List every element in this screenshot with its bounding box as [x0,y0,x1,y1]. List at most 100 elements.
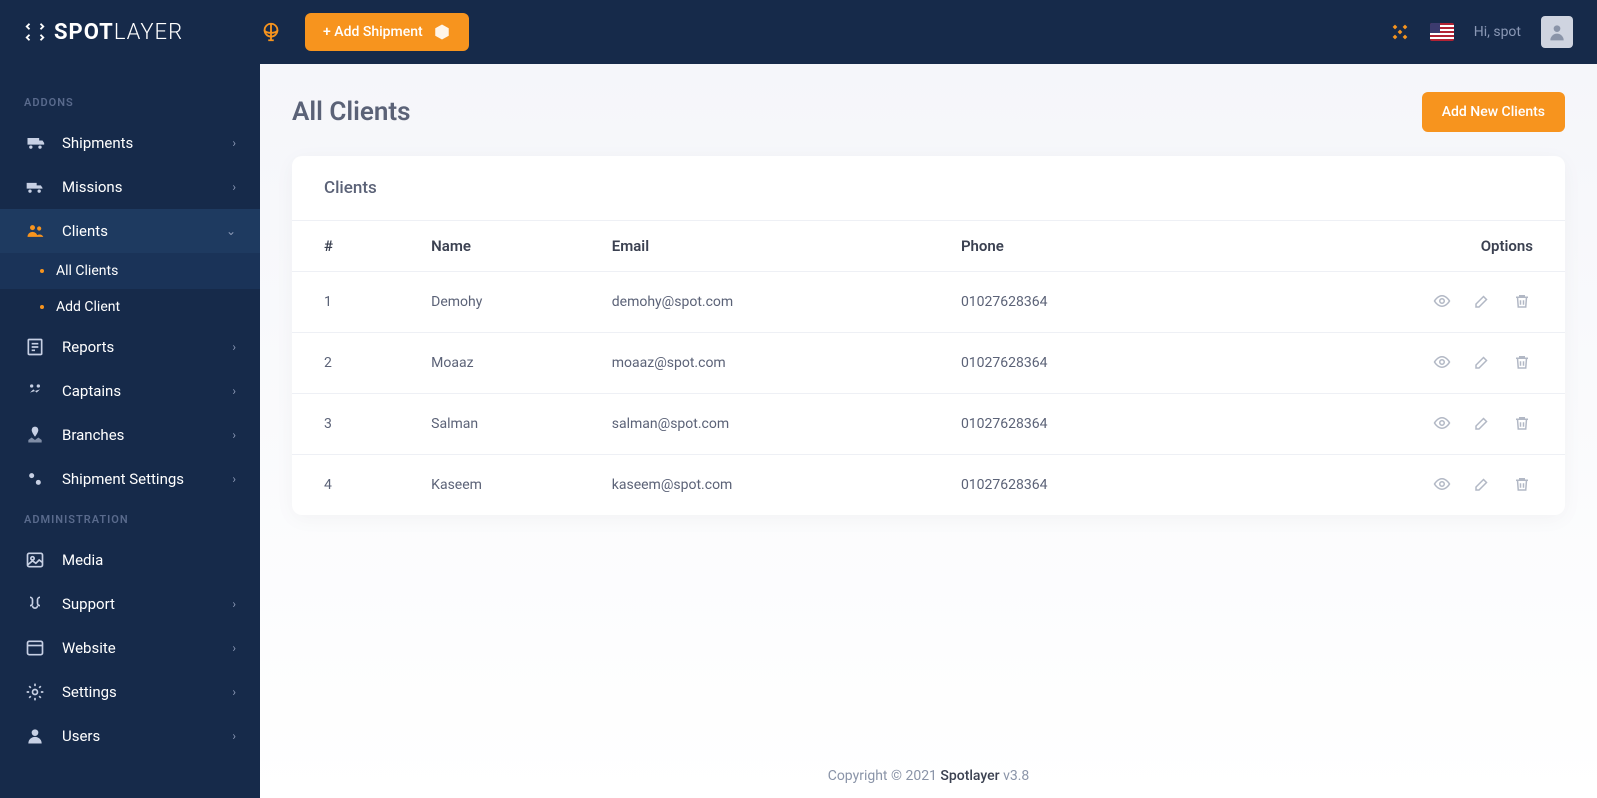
topbar-right: Hi, spot [1390,16,1573,48]
support-icon [24,594,46,614]
avatar-icon [1547,22,1567,42]
delete-button[interactable] [1511,290,1533,312]
sidebar-label: Reports [62,338,216,356]
cell-options [1214,455,1565,516]
cell-num: 2 [292,333,419,394]
cell-phone: 01027628364 [949,455,1214,516]
chevron-right-icon: › [232,597,236,611]
user-name: spot [1493,24,1521,40]
users-icon [24,221,46,241]
add-new-clients-button[interactable]: Add New Clients [1422,92,1565,132]
edit-button[interactable] [1471,351,1493,373]
sidebar: ADDONS Shipments › Missions › Clients ⌄ … [0,64,260,798]
chevron-right-icon: › [232,136,236,150]
section-addons: ADDONS [0,84,260,121]
cell-phone: 01027628364 [949,394,1214,455]
table-row: 4 Kaseem kaseem@spot.com 01027628364 [292,455,1565,516]
eye-icon [1433,475,1451,493]
apps-button[interactable] [1390,22,1410,42]
sidebar-label: Media [62,551,236,569]
cell-num: 1 [292,272,419,333]
sidebar-label: Users [62,727,216,745]
table-row: 1 Demohy demohy@spot.com 01027628364 [292,272,1565,333]
sidebar-sub-add-client[interactable]: Add Client [0,289,260,325]
trash-icon [1513,475,1531,493]
chevron-right-icon: › [232,428,236,442]
avatar[interactable] [1541,16,1573,48]
sidebar-label: Support [62,595,216,613]
table-header-row: # Name Email Phone Options [292,221,1565,272]
logo[interactable]: SPOTLAYER [24,20,183,45]
delete-button[interactable] [1511,473,1533,495]
edit-icon [1473,475,1491,493]
cell-options [1214,272,1565,333]
sidebar-sub-all-clients[interactable]: All Clients [0,253,260,289]
sidebar-item-branches[interactable]: Branches › [0,413,260,457]
sidebar-item-shipments[interactable]: Shipments › [0,121,260,165]
gears-icon [24,469,46,489]
sidebar-label: Missions [62,178,216,196]
edit-icon [1473,353,1491,371]
bullet-icon [40,269,44,273]
greeting-prefix: Hi, [1474,24,1494,40]
main-content: All Clients Add New Clients Clients # Na… [260,64,1597,798]
chevron-right-icon: › [232,384,236,398]
clients-table: # Name Email Phone Options 1 Demohy demo… [292,221,1565,515]
clients-card: Clients # Name Email Phone Options 1 Dem… [292,156,1565,515]
user-icon [24,726,46,746]
edit-icon [1473,292,1491,310]
sidebar-item-media[interactable]: Media [0,538,260,582]
col-name: Name [419,221,600,272]
sidebar-item-missions[interactable]: Missions › [0,165,260,209]
col-num: # [292,221,419,272]
sidebar-label: Captains [62,382,216,400]
cell-options [1214,333,1565,394]
view-button[interactable] [1431,473,1453,495]
website-icon [24,638,46,658]
truck-icon [24,177,46,197]
edit-button[interactable] [1471,473,1493,495]
sidebar-item-reports[interactable]: Reports › [0,325,260,369]
flag-us-icon [1430,23,1454,41]
apps-icon [1390,22,1410,42]
card-title: Clients [292,156,1565,221]
sidebar-item-captains[interactable]: Captains › [0,369,260,413]
add-shipment-button[interactable]: + Add Shipment [305,13,469,51]
col-phone: Phone [949,221,1214,272]
sidebar-item-users[interactable]: Users › [0,714,260,758]
sidebar-label: Shipments [62,134,216,152]
chevron-right-icon: › [232,641,236,655]
cell-num: 3 [292,394,419,455]
view-button[interactable] [1431,351,1453,373]
delete-button[interactable] [1511,351,1533,373]
cell-num: 4 [292,455,419,516]
delete-button[interactable] [1511,412,1533,434]
language-flag[interactable] [1430,23,1454,41]
page-header: All Clients Add New Clients [292,92,1565,132]
sidebar-label: Branches [62,426,216,444]
sidebar-label: Settings [62,683,216,701]
add-shipment-label: + Add Shipment [323,24,423,40]
edit-button[interactable] [1471,412,1493,434]
sidebar-item-support[interactable]: Support › [0,582,260,626]
cell-email: kaseem@spot.com [600,455,949,516]
footer-version: v3.8 [1000,768,1030,784]
sub-label: All Clients [56,263,118,279]
sidebar-item-shipment-settings[interactable]: Shipment Settings › [0,457,260,501]
footer: Copyright © 2021 Spotlayer v3.8 [260,768,1597,784]
sidebar-item-website[interactable]: Website › [0,626,260,670]
col-options: Options [1214,221,1565,272]
chevron-right-icon: › [232,472,236,486]
copyright-text: Copyright © 2021 [828,768,941,784]
globe-button[interactable] [253,14,289,50]
topbar-left: + Add Shipment [253,13,469,51]
logo-text-bold: SPOT [54,20,114,45]
sidebar-item-clients[interactable]: Clients ⌄ [0,209,260,253]
chevron-right-icon: › [232,685,236,699]
sidebar-item-settings[interactable]: Settings › [0,670,260,714]
sub-label: Add Client [56,299,120,315]
view-button[interactable] [1431,290,1453,312]
chevron-down-icon: ⌄ [226,224,236,238]
edit-button[interactable] [1471,290,1493,312]
view-button[interactable] [1431,412,1453,434]
